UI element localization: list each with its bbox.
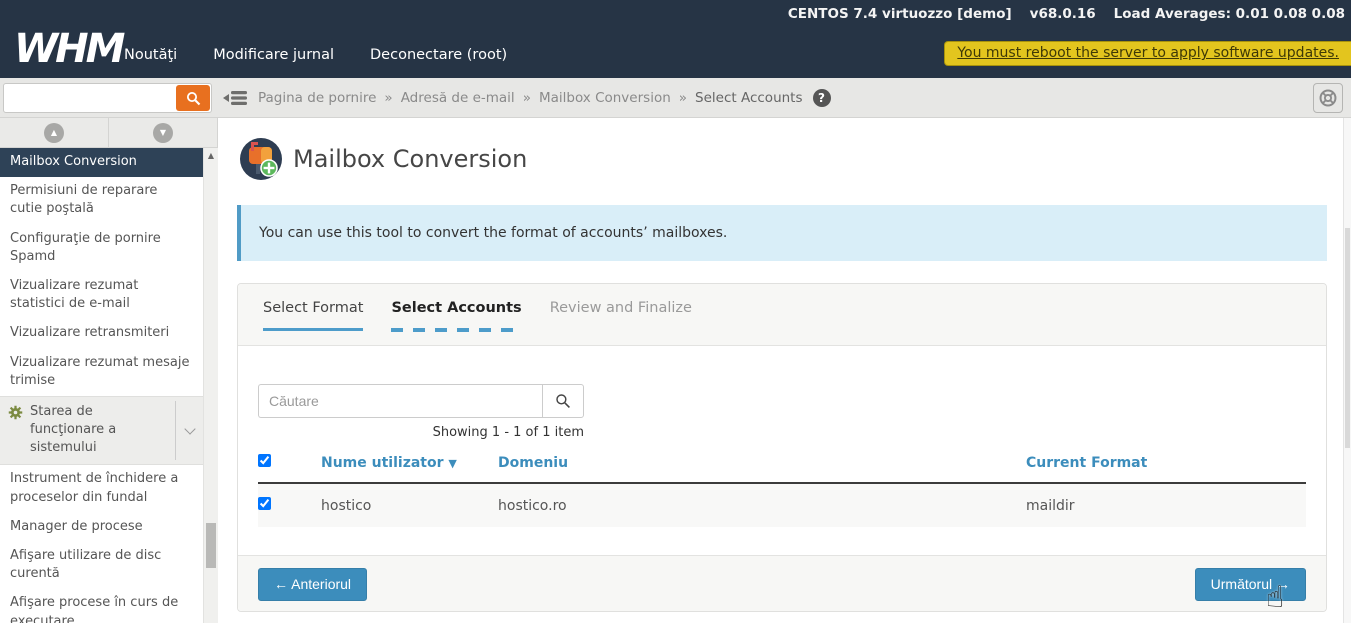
section-toggle[interactable]	[175, 401, 203, 461]
sidebar-scroll-buttons: ▲ ▼	[0, 118, 218, 148]
chevron-down-icon	[184, 423, 195, 434]
tab-select-accounts[interactable]: Select Accounts	[391, 300, 521, 345]
sidebar-item-disk-usage[interactable]: Afişare utilizare de disc curentă	[0, 542, 203, 589]
column-header-username[interactable]: Nume utilizator ▼	[321, 446, 498, 483]
sidebar-item-background-process-killer[interactable]: Instrument de închidere a proceselor din…	[0, 465, 203, 512]
os-info: CENTOS 7.4 virtuozzo [demo]	[788, 6, 1012, 22]
column-header-format[interactable]: Current Format	[1026, 446, 1306, 483]
cell-username: hostico	[321, 483, 498, 527]
sidebar-item-running-processes[interactable]: Afişare procese în curs de executare	[0, 589, 203, 623]
breadcrumb-home[interactable]: Pagina de pornire	[258, 90, 376, 106]
search-icon	[555, 393, 571, 409]
breadcrumb-bar: Pagina de pornire » Adresă de e-mail » M…	[0, 78, 1351, 118]
gear-icon	[8, 403, 30, 426]
table-row: hostico hostico.ro maildir	[258, 483, 1306, 527]
server-status: CENTOS 7.4 virtuozzo [demo] v68.0.16 Loa…	[788, 6, 1345, 22]
table-search-input[interactable]	[258, 384, 542, 418]
top-bar: CENTOS 7.4 virtuozzo [demo] v68.0.16 Loa…	[0, 0, 1351, 78]
sidebar-search-input[interactable]	[8, 86, 176, 110]
sidebar-search-button[interactable]	[176, 85, 210, 111]
cell-domain: hostico.ro	[498, 483, 1026, 527]
main-content: Mailbox Conversion You can use this tool…	[218, 118, 1343, 623]
help-icon[interactable]: ?	[813, 89, 831, 107]
top-nav: Noutăţi Modificare jurnal Deconectare (r…	[124, 47, 507, 63]
page-scrollbar-thumb[interactable]	[1345, 228, 1350, 448]
breadcrumb-current-page: Select Accounts	[695, 90, 802, 106]
next-button[interactable]: Următorul →	[1195, 568, 1306, 601]
table-search	[258, 384, 584, 418]
page-title: Mailbox Conversion	[293, 145, 527, 173]
pagination-status: Showing 1 - 1 of 1 item	[258, 425, 584, 440]
whm-logo[interactable]: WHM	[14, 26, 122, 72]
scrollbar-up-arrow-icon[interactable]: ▲	[204, 148, 218, 160]
breadcrumb-separator: »	[384, 90, 392, 106]
search-icon	[186, 91, 201, 106]
wizard-panel: Select Format Select Accounts Review and…	[237, 283, 1327, 612]
reboot-warning-link[interactable]: You must reboot the server to apply soft…	[944, 41, 1351, 66]
sidebar-scrollbar[interactable]: ▲	[203, 148, 218, 623]
page-scrollbar[interactable]	[1343, 78, 1351, 623]
sidebar-item-process-manager[interactable]: Manager de procese	[0, 513, 203, 542]
sidebar: ▲ ▼ Mailbox Conversion Permisiuni de rep…	[0, 118, 218, 623]
support-button[interactable]	[1313, 83, 1343, 113]
info-message: You can use this tool to convert the for…	[259, 225, 727, 241]
table-header-row: Nume utilizator ▼ Domeniu Current Format	[258, 446, 1306, 483]
load-averages: Load Averages: 0.01 0.08 0.08	[1114, 6, 1345, 22]
arrow-down-icon: ▼	[153, 123, 173, 143]
sidebar-section-system-health[interactable]: Starea de funcţionare a sistemului	[0, 396, 203, 466]
whm-version: v68.0.16	[1030, 6, 1096, 22]
sidebar-section-label: Starea de funcţionare a sistemului	[30, 403, 169, 458]
accounts-table: Nume utilizator ▼ Domeniu Current Format…	[258, 446, 1306, 527]
sidebar-menu: Mailbox Conversion Permisiuni de reparar…	[0, 148, 203, 623]
wizard-footer: ← Anteriorul Următorul →	[238, 555, 1326, 611]
sidebar-item-relayers[interactable]: Vizualizare retransmiteri	[0, 319, 203, 348]
breadcrumb-separator: »	[679, 90, 687, 106]
tab-underline-solid	[263, 328, 363, 331]
table-search-button[interactable]	[542, 384, 584, 418]
nav-logout[interactable]: Deconectare (root)	[370, 47, 507, 63]
cell-format: maildir	[1026, 483, 1306, 527]
sidebar-scroll-down-button[interactable]: ▼	[109, 118, 218, 147]
breadcrumb-mailbox-conversion[interactable]: Mailbox Conversion	[539, 90, 671, 106]
sort-descending-icon: ▼	[448, 457, 456, 470]
tab-underline-none	[550, 328, 692, 331]
breadcrumb-separator: »	[523, 90, 531, 106]
previous-button[interactable]: ← Anteriorul	[258, 568, 367, 601]
tab-underline-dashed	[391, 328, 521, 332]
lifering-icon	[1318, 88, 1338, 108]
tab-review-finalize[interactable]: Review and Finalize	[550, 300, 692, 345]
page-header: Mailbox Conversion	[240, 138, 527, 180]
column-header-domain[interactable]: Domeniu	[498, 446, 1026, 483]
sidebar-search	[3, 83, 212, 113]
accounts-step-body: Showing 1 - 1 of 1 item Nume utilizator …	[238, 346, 1326, 555]
select-all-checkbox[interactable]	[258, 454, 271, 467]
sidebar-item-mailbox-permissions[interactable]: Permisiuni de reparare cutie poştală	[0, 177, 203, 224]
wizard-steps: Select Format Select Accounts Review and…	[238, 284, 1326, 346]
sidebar-item-mailbox-conversion[interactable]: Mailbox Conversion	[0, 148, 203, 177]
sidebar-scrollbar-thumb[interactable]	[206, 523, 216, 568]
sidebar-item-sent-summary[interactable]: Vizualizare rezumat mesaje trimise	[0, 349, 203, 396]
breadcrumb: Pagina de pornire » Adresă de e-mail » M…	[258, 78, 831, 118]
breadcrumb-email[interactable]: Adresă de e-mail	[401, 90, 515, 106]
collapse-sidebar-icon[interactable]	[222, 88, 248, 108]
arrow-up-icon: ▲	[44, 123, 64, 143]
mailbox-conversion-icon	[240, 138, 282, 180]
nav-change-log[interactable]: Modificare jurnal	[213, 47, 334, 63]
sidebar-item-mail-statistics[interactable]: Vizualizare rezumat statistici de e-mail	[0, 272, 203, 319]
info-banner: You can use this tool to convert the for…	[237, 205, 1327, 261]
sidebar-scroll-up-button[interactable]: ▲	[0, 118, 109, 147]
tab-select-format[interactable]: Select Format	[263, 300, 363, 345]
sidebar-item-spamd-config[interactable]: Configuraţie de pornire Spamd	[0, 225, 203, 272]
row-checkbox[interactable]	[258, 497, 271, 510]
nav-news[interactable]: Noutăţi	[124, 47, 177, 63]
